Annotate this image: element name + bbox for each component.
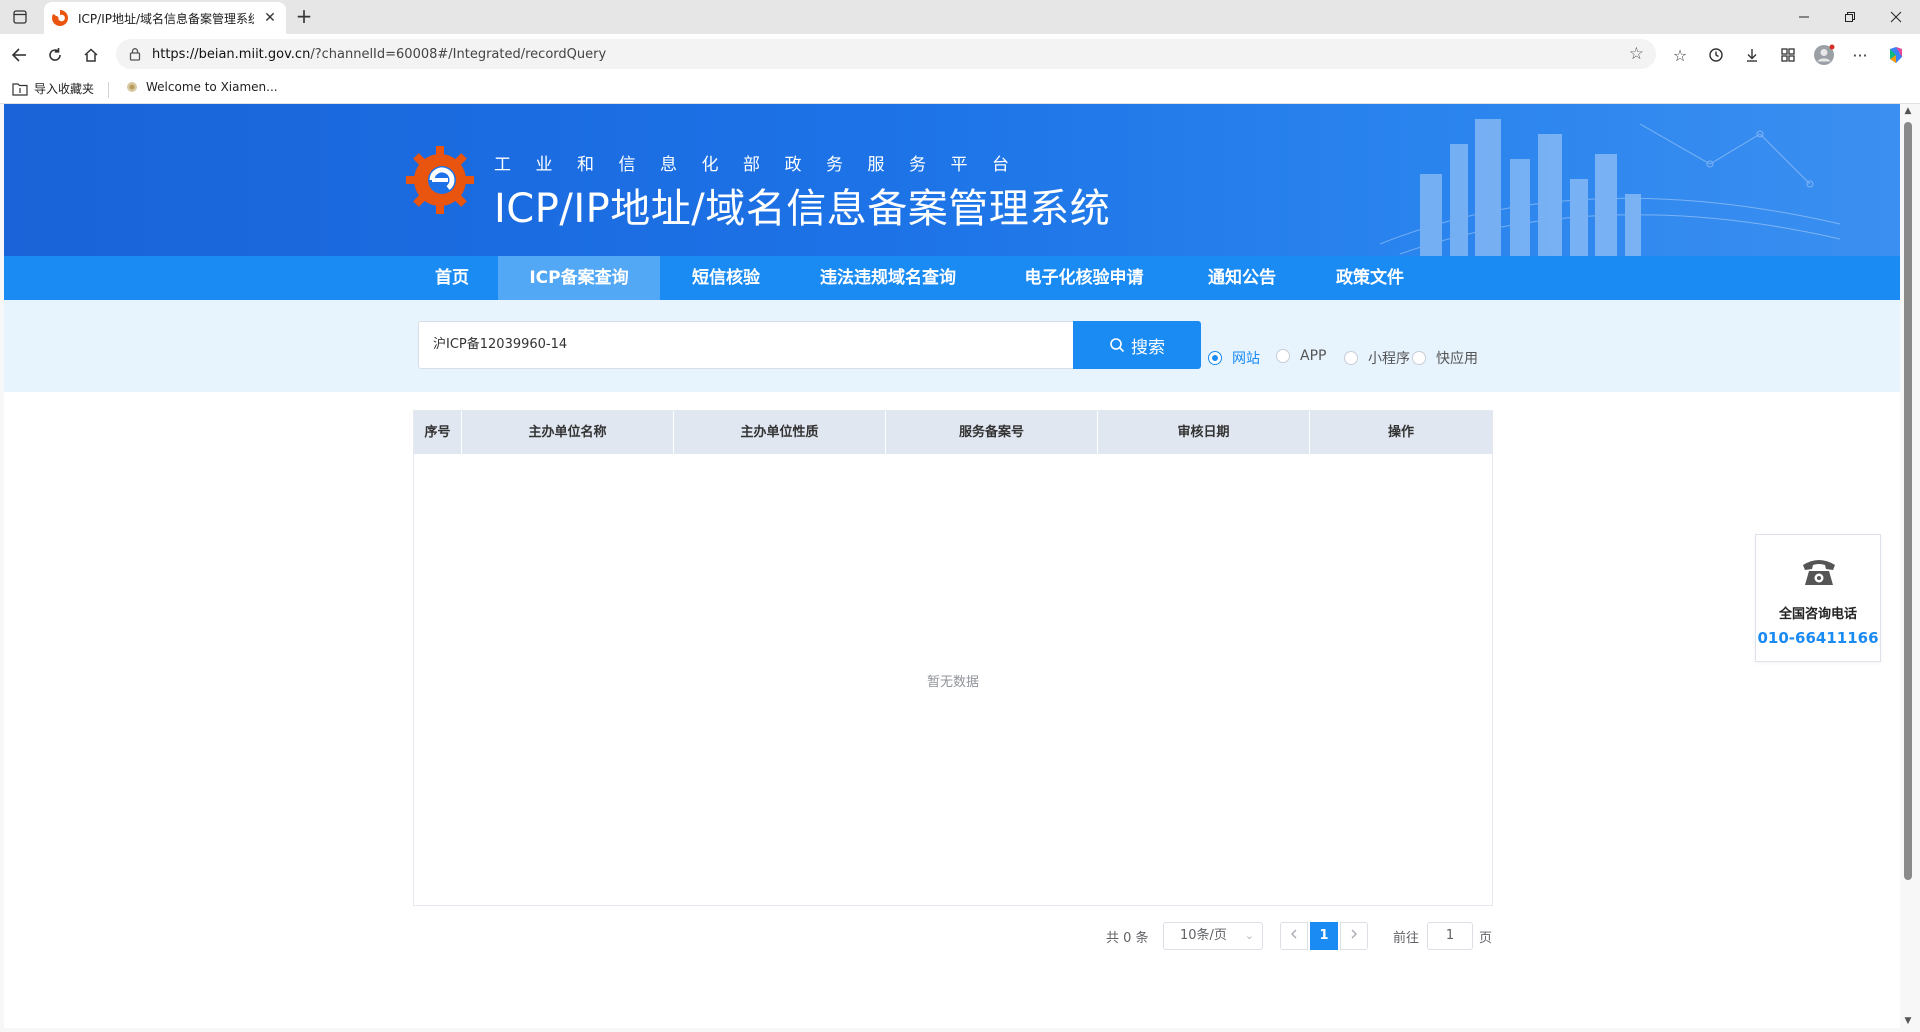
table-header: 序号 主办单位名称 主办单位性质 服务备案号 审核日期 操作 xyxy=(414,411,1492,454)
hotline-widget: 全国咨询电话 010-66411166 xyxy=(1755,534,1881,662)
results-table: 序号 主办单位名称 主办单位性质 服务备案号 审核日期 操作 暂无数据 xyxy=(413,410,1493,906)
radio-dot xyxy=(1412,351,1426,365)
column-header-review-date: 审核日期 xyxy=(1098,411,1310,454)
page-viewport: 工业和信息化部政务服务平台 ICP/IP地址/域名信息备案管理系统 首页 ICP… xyxy=(4,104,1900,1028)
nav-item-sms-verify[interactable]: 短信核验 xyxy=(674,256,778,300)
download-icon[interactable] xyxy=(1739,42,1765,68)
scroll-up-icon[interactable]: ▲ xyxy=(1903,106,1913,116)
search-panel: 沪ICP备12039960-14 搜索 网站 APP 小程序 快应用 xyxy=(4,300,1900,392)
pagination-total: 共 0 条 xyxy=(1106,930,1149,946)
nav-item-e-verify[interactable]: 电子化核验申请 xyxy=(1004,256,1164,300)
favorites-bar: 导入收藏夹 Welcome to Xiamen... xyxy=(0,74,1920,104)
prev-page-button[interactable] xyxy=(1280,922,1308,950)
url-path: /?channelId=60008#/Integrated/recordQuer… xyxy=(310,46,607,62)
scrollbar-thumb[interactable] xyxy=(1904,122,1912,880)
radio-mini-program[interactable]: 小程序 xyxy=(1344,348,1410,368)
column-header-org-name: 主办单位名称 xyxy=(462,411,674,454)
chevron-down-icon: ⌄ xyxy=(1244,929,1254,942)
goto-page-input[interactable]: 1 xyxy=(1427,922,1473,950)
browser-toolbar: https://beian.miit.gov.cn/?channelId=600… xyxy=(0,34,1920,74)
home-icon[interactable] xyxy=(78,42,104,68)
close-window-icon[interactable] xyxy=(1873,0,1919,34)
back-arrow-icon[interactable] xyxy=(6,42,32,68)
radio-dot xyxy=(1208,351,1222,365)
favorites-divider xyxy=(108,82,109,98)
site-favicon xyxy=(127,82,137,92)
browser-tab-active[interactable]: ICP/IP地址/域名信息备案管理系统 ✕ xyxy=(44,2,286,34)
folder-import-icon xyxy=(12,82,28,96)
favorite-star-icon[interactable]: ☆ xyxy=(1629,44,1644,64)
favorite-item-import[interactable]: 导入收藏夹 xyxy=(12,80,94,97)
url-text[interactable]: https://beian.miit.gov.cn/?channelId=600… xyxy=(152,47,606,62)
nav-item-icp-query[interactable]: ICP备案查询 xyxy=(498,256,660,300)
address-bar[interactable]: https://beian.miit.gov.cn/?channelId=600… xyxy=(116,39,1656,69)
new-tab-button[interactable]: + xyxy=(292,5,316,29)
radio-label: 快应用 xyxy=(1436,351,1478,367)
profile-avatar-icon[interactable] xyxy=(1811,42,1837,68)
page-scrollbar[interactable]: ▲ ▼ xyxy=(1900,104,1916,1028)
column-header-actions: 操作 xyxy=(1387,425,1414,440)
radio-label: APP xyxy=(1300,348,1327,364)
refresh-icon[interactable] xyxy=(42,42,68,68)
search-input[interactable]: 沪ICP备12039960-14 xyxy=(418,321,1074,369)
column-header-org-type: 主办单位性质 xyxy=(674,411,886,454)
more-menu-icon[interactable]: ··· xyxy=(1847,42,1873,68)
page-size-value: 10条/页 xyxy=(1180,928,1227,943)
miit-logo-icon xyxy=(406,146,474,214)
favorite-label: 导入收藏夹 xyxy=(34,82,95,96)
radio-app[interactable]: APP xyxy=(1276,348,1326,364)
extensions-icon[interactable] xyxy=(1775,42,1801,68)
radio-label: 网站 xyxy=(1232,351,1260,367)
goto-suffix: 页 xyxy=(1479,930,1493,946)
copilot-icon[interactable] xyxy=(1883,42,1909,68)
goto-prefix: 前往 xyxy=(1393,930,1420,946)
telephone-icon xyxy=(1803,560,1835,585)
radio-dot xyxy=(1344,351,1358,365)
scroll-down-icon[interactable]: ▼ xyxy=(1903,1016,1913,1026)
radio-quick-app[interactable]: 快应用 xyxy=(1412,348,1478,368)
tab-actions-icon[interactable] xyxy=(8,5,32,29)
header-banner: 工业和信息化部政务服务平台 ICP/IP地址/域名信息备案管理系统 xyxy=(4,104,1900,256)
chevron-left-icon xyxy=(1291,929,1297,939)
column-header-record-number: 服务备案号 xyxy=(886,411,1098,454)
nav-item-notices[interactable]: 通知公告 xyxy=(1194,256,1290,300)
radio-website[interactable]: 网站 xyxy=(1208,348,1260,368)
banner-title: ICP/IP地址/域名信息备案管理系统 xyxy=(494,186,1111,232)
chevron-right-icon xyxy=(1351,929,1357,939)
url-host: https://beian.miit.gov.cn xyxy=(152,46,311,62)
empty-state-text: 暂无数据 xyxy=(926,675,979,690)
lock-icon[interactable] xyxy=(128,47,142,61)
radio-dot xyxy=(1276,349,1290,363)
page-number-current[interactable]: 1 xyxy=(1310,922,1338,950)
favorite-item-xiamen[interactable]: Welcome to Xiamen... xyxy=(124,80,278,94)
site-favicon-icon xyxy=(52,10,68,26)
tab-title: ICP/IP地址/域名信息备案管理系统 xyxy=(78,11,254,26)
radio-label: 小程序 xyxy=(1368,351,1410,367)
tab-close-icon[interactable]: ✕ xyxy=(262,10,278,26)
column-header-index: 序号 xyxy=(414,411,462,454)
main-navigation: 首页 ICP备案查询 短信核验 违法违规域名查询 电子化核验申请 通知公告 政策… xyxy=(4,256,1900,300)
banner-subtitle: 工业和信息化部政务服务平台 xyxy=(494,155,1034,175)
history-icon[interactable] xyxy=(1703,42,1729,68)
next-page-button[interactable] xyxy=(1340,922,1368,950)
browser-tab-bar: ICP/IP地址/域名信息备案管理系统 ✕ + xyxy=(0,0,1920,34)
city-skyline-decoration xyxy=(1380,119,1840,256)
hotline-number[interactable]: 010-66411166 xyxy=(1756,629,1880,647)
minimize-icon[interactable] xyxy=(1781,0,1827,34)
restore-icon[interactable] xyxy=(1827,0,1873,34)
nav-item-policies[interactable]: 政策文件 xyxy=(1322,256,1418,300)
favorites-icon[interactable]: ☆ xyxy=(1667,42,1693,68)
nav-item-illegal-domain[interactable]: 违法违规域名查询 xyxy=(804,256,972,300)
page-size-select[interactable]: 10条/页 ⌄ xyxy=(1163,922,1263,950)
nav-item-home[interactable]: 首页 xyxy=(416,256,488,300)
search-button[interactable]: 搜索 xyxy=(1073,321,1201,369)
favorite-label: Welcome to Xiamen... xyxy=(146,80,278,94)
hotline-label: 全国咨询电话 xyxy=(1778,607,1857,622)
search-icon xyxy=(1110,338,1125,353)
search-button-label: 搜索 xyxy=(1131,337,1165,358)
